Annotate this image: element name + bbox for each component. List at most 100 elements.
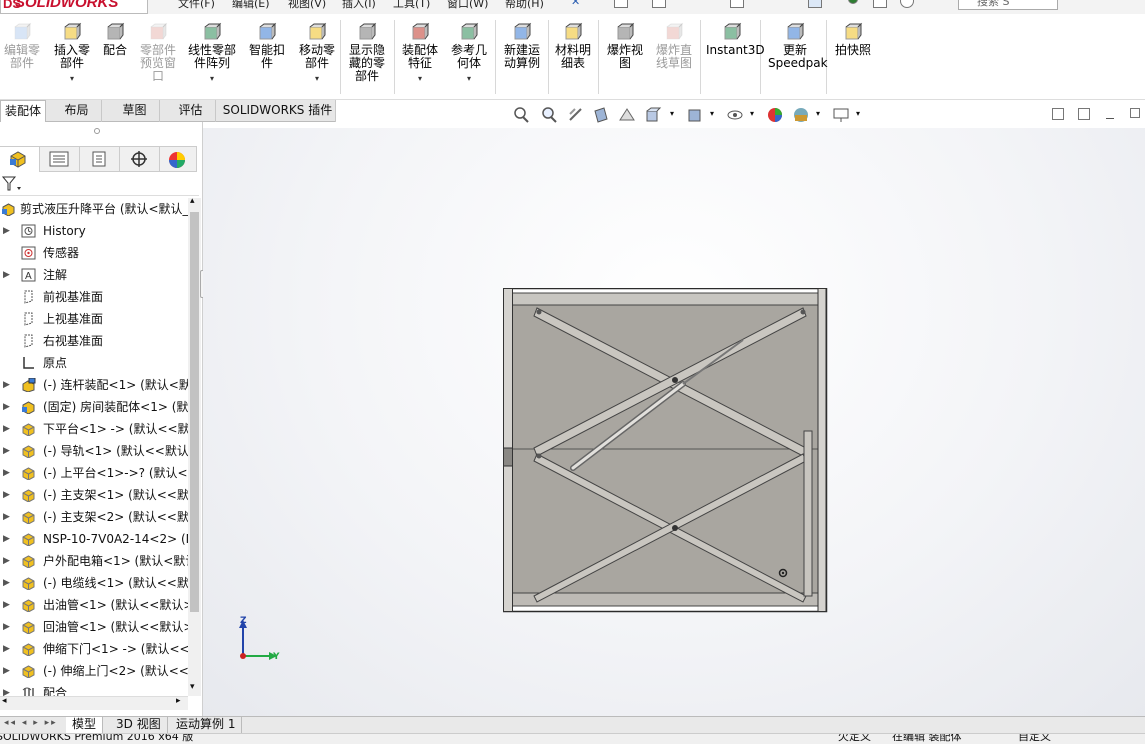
tree-item[interactable]: ▶ (-) 电缆线<1> (默认<<默 xyxy=(0,572,188,594)
tree-item[interactable]: 前视基准面 xyxy=(0,286,188,308)
tab-evaluate[interactable]: 评估 xyxy=(166,100,216,122)
tool-component-preview-button[interactable]: 零部件 预览窗 口 xyxy=(136,18,180,83)
chevron-down-icon[interactable]: ▾ xyxy=(710,109,714,118)
search-input[interactable]: 搜索 S xyxy=(958,0,1058,10)
scroll-down-icon[interactable]: ▾ xyxy=(190,682,195,692)
tile-left-icon[interactable] xyxy=(1052,108,1064,120)
tree-item[interactable]: ▶ A 注解 xyxy=(0,264,188,286)
tool-snapshot-button[interactable]: 拍快照 xyxy=(830,18,876,57)
tool-new-motion-study-button[interactable]: 新建运 动算例 xyxy=(500,18,544,70)
tab-dimxpert[interactable] xyxy=(120,147,160,172)
expand-arrow-icon[interactable]: ▶ xyxy=(3,616,10,638)
tool-reference-geometry-button[interactable]: 参考几 何体 ▾ xyxy=(446,18,492,85)
expand-arrow-icon[interactable]: ▶ xyxy=(3,550,10,572)
tab-feature-tree[interactable] xyxy=(0,147,40,172)
tree-root-assembly[interactable]: 剪式液压升降平台 (默认<默认_ xyxy=(0,198,188,220)
tree-item[interactable]: ▶ (-) 上平台<1>->? (默认<< xyxy=(0,462,188,484)
tree-item[interactable]: 原点 xyxy=(0,352,188,374)
tool-instant3d-button[interactable]: Instant3D xyxy=(706,18,765,57)
tree-item[interactable]: 传感器 xyxy=(0,242,188,264)
expand-arrow-icon[interactable]: ▶ xyxy=(3,264,10,286)
expand-arrow-icon[interactable]: ▶ xyxy=(3,220,10,242)
expand-arrow-icon[interactable]: ▶ xyxy=(3,528,10,550)
tool-mate-button[interactable]: 配合 xyxy=(100,18,130,57)
new-file-icon[interactable] xyxy=(614,0,628,8)
expand-arrow-icon[interactable]: ▶ xyxy=(3,660,10,682)
expand-arrow-icon[interactable]: ▶ xyxy=(3,484,10,506)
tool-edit-component-button[interactable]: 编辑零 部件 xyxy=(2,18,42,70)
scissor-lift-model[interactable] xyxy=(503,288,829,614)
tree-item[interactable]: ▶ (固定) 房间装配体<1> (默 xyxy=(0,396,188,418)
scroll-up-icon[interactable]: ▴ xyxy=(190,196,195,206)
zoom-area-icon[interactable] xyxy=(540,106,558,124)
tool-explode-line-sketch-button[interactable]: 爆炸直 线草图 xyxy=(652,18,696,70)
chevron-down-icon[interactable]: ▾ xyxy=(856,109,860,118)
tool-linear-pattern-button[interactable]: 线性零部 件阵列 ▾ xyxy=(184,18,240,85)
menu-tools[interactable]: 工具(T) xyxy=(393,0,430,11)
section-view-icon[interactable] xyxy=(592,106,610,124)
tab-display-manager[interactable] xyxy=(160,147,197,172)
expand-arrow-icon[interactable]: ▶ xyxy=(3,594,10,616)
tab-model[interactable]: 模型 xyxy=(66,717,104,733)
tree-item[interactable]: ▶ (-) 主支架<2> (默认<<默 xyxy=(0,506,188,528)
tab-layout[interactable]: 布局 xyxy=(52,100,102,122)
scroll-left-icon[interactable]: ◂ xyxy=(2,696,7,706)
hide-show-items-icon[interactable] xyxy=(726,106,744,124)
chevron-down-icon[interactable]: ▾ xyxy=(446,72,492,85)
menu-window[interactable]: 窗口(W) xyxy=(447,0,488,11)
expand-arrow-icon[interactable]: ▶ xyxy=(3,462,10,484)
chevron-down-icon[interactable]: ▾ xyxy=(398,72,442,85)
expand-arrow-icon[interactable]: ▶ xyxy=(3,682,10,696)
tab-scroll-arrows-icon[interactable]: ◂◂ ◂ ▸ ▸▸ xyxy=(4,718,58,728)
zoom-to-fit-icon[interactable] xyxy=(512,106,530,124)
pin-icon[interactable]: ✕ xyxy=(571,0,580,8)
scrollbar-thumb[interactable] xyxy=(190,212,199,612)
expand-arrow-icon[interactable]: ▶ xyxy=(3,374,10,396)
tile-right-icon[interactable] xyxy=(1078,108,1090,120)
menu-help[interactable]: 帮助(H) xyxy=(505,0,544,11)
dynamic-annotation-icon[interactable] xyxy=(618,106,636,124)
scroll-right-icon[interactable]: ▸ xyxy=(176,696,181,706)
tool-move-component-button[interactable]: 移动零 部件 ▾ xyxy=(294,18,340,85)
tree-item[interactable]: ▶ 户外配电箱<1> (默认<默认 xyxy=(0,550,188,572)
rebuild-icon[interactable] xyxy=(848,0,858,4)
view-orientation-icon[interactable] xyxy=(644,106,662,124)
expand-arrow-icon[interactable]: ▶ xyxy=(3,572,10,594)
tab-addins[interactable]: SOLIDWORKS 插件 xyxy=(220,100,336,122)
tree-horizontal-scrollbar[interactable]: ◂ ▸ xyxy=(0,696,188,710)
display-style-icon[interactable] xyxy=(686,106,704,124)
chevron-down-icon[interactable]: ▾ xyxy=(750,109,754,118)
file-properties-icon[interactable] xyxy=(873,0,887,8)
view-settings-icon[interactable] xyxy=(832,106,850,124)
panel-grip-icon[interactable] xyxy=(94,128,100,134)
graphics-area[interactable]: Z Y xyxy=(203,128,1145,716)
tree-item[interactable]: ▶ 回油管<1> (默认<<默认> xyxy=(0,616,188,638)
expand-arrow-icon[interactable]: ▶ xyxy=(3,440,10,462)
scene-icon[interactable] xyxy=(792,106,810,124)
tool-smart-fasteners-button[interactable]: 智能扣 件 xyxy=(246,18,288,70)
expand-arrow-icon[interactable]: ▶ xyxy=(3,418,10,440)
tab-sketch[interactable]: 草图 xyxy=(110,100,160,122)
tree-item[interactable]: 右视基准面 xyxy=(0,330,188,352)
menu-edit[interactable]: 编辑(E) xyxy=(232,0,270,11)
tab-3d-view[interactable]: 3D 视图 xyxy=(110,717,168,733)
tool-show-hidden-button[interactable]: 显示隐 藏的零 部件 xyxy=(346,18,388,83)
tree-item[interactable]: ▶ 配合 xyxy=(0,682,188,696)
print-icon[interactable] xyxy=(730,0,744,8)
menu-insert[interactable]: 插入(I) xyxy=(342,0,376,11)
expand-arrow-icon[interactable]: ▶ xyxy=(3,506,10,528)
tool-insert-component-button[interactable]: 插入零 部件 ▾ xyxy=(50,18,94,85)
open-file-icon[interactable] xyxy=(652,0,666,8)
minimize-icon[interactable] xyxy=(1106,118,1114,119)
chevron-down-icon[interactable]: ▾ xyxy=(294,72,340,85)
tab-assembly[interactable]: 装配体 xyxy=(0,100,46,122)
menu-file[interactable]: 文件(F) xyxy=(178,0,215,11)
tool-bom-button[interactable]: 材料明 细表 xyxy=(552,18,594,70)
tree-item[interactable]: ▶ 伸缩下门<1> -> (默认<< xyxy=(0,638,188,660)
status-custom[interactable]: 自定义 xyxy=(1018,734,1051,744)
restore-icon[interactable] xyxy=(1130,108,1140,118)
tree-item[interactable]: ▶ 下平台<1> -> (默认<<默 xyxy=(0,418,188,440)
tool-assembly-features-button[interactable]: 装配体 特征 ▾ xyxy=(398,18,442,85)
tab-property-manager[interactable] xyxy=(40,147,80,172)
menu-view[interactable]: 视图(V) xyxy=(288,0,326,11)
